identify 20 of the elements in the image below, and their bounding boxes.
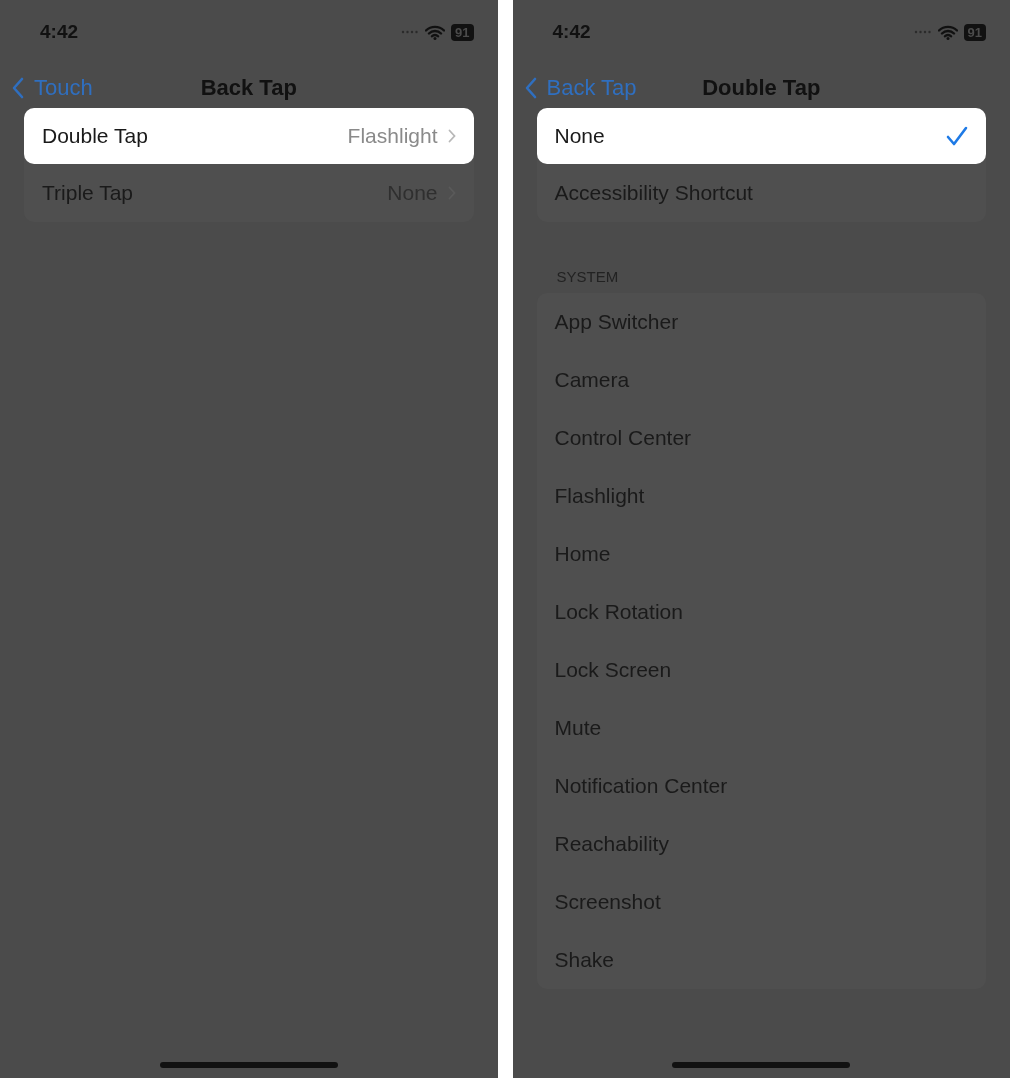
wifi-icon bbox=[937, 24, 958, 40]
status-time: 4:42 bbox=[552, 21, 591, 43]
signal-icon bbox=[913, 30, 932, 34]
screen-title: Back Tap bbox=[200, 75, 297, 101]
row-value: Flashlight bbox=[347, 124, 438, 148]
screen-title: Double Tap bbox=[702, 75, 821, 101]
signal-icon bbox=[401, 30, 420, 34]
row-label: Double Tap bbox=[42, 124, 149, 148]
chevron-right-icon bbox=[447, 129, 456, 143]
chevron-left-icon bbox=[12, 77, 24, 99]
back-button[interactable]: Touch bbox=[12, 75, 93, 101]
row-label: None bbox=[554, 124, 606, 148]
battery-level: 91 bbox=[963, 23, 986, 41]
settings-row[interactable]: Double Tap Flashlight bbox=[24, 108, 474, 164]
status-time: 4:42 bbox=[40, 21, 79, 43]
settings-row[interactable]: None bbox=[536, 108, 986, 164]
back-button[interactable]: Back Tap bbox=[524, 75, 637, 101]
wifi-icon bbox=[425, 24, 446, 40]
battery-level: 91 bbox=[451, 23, 474, 41]
chevron-left-icon bbox=[524, 77, 537, 99]
